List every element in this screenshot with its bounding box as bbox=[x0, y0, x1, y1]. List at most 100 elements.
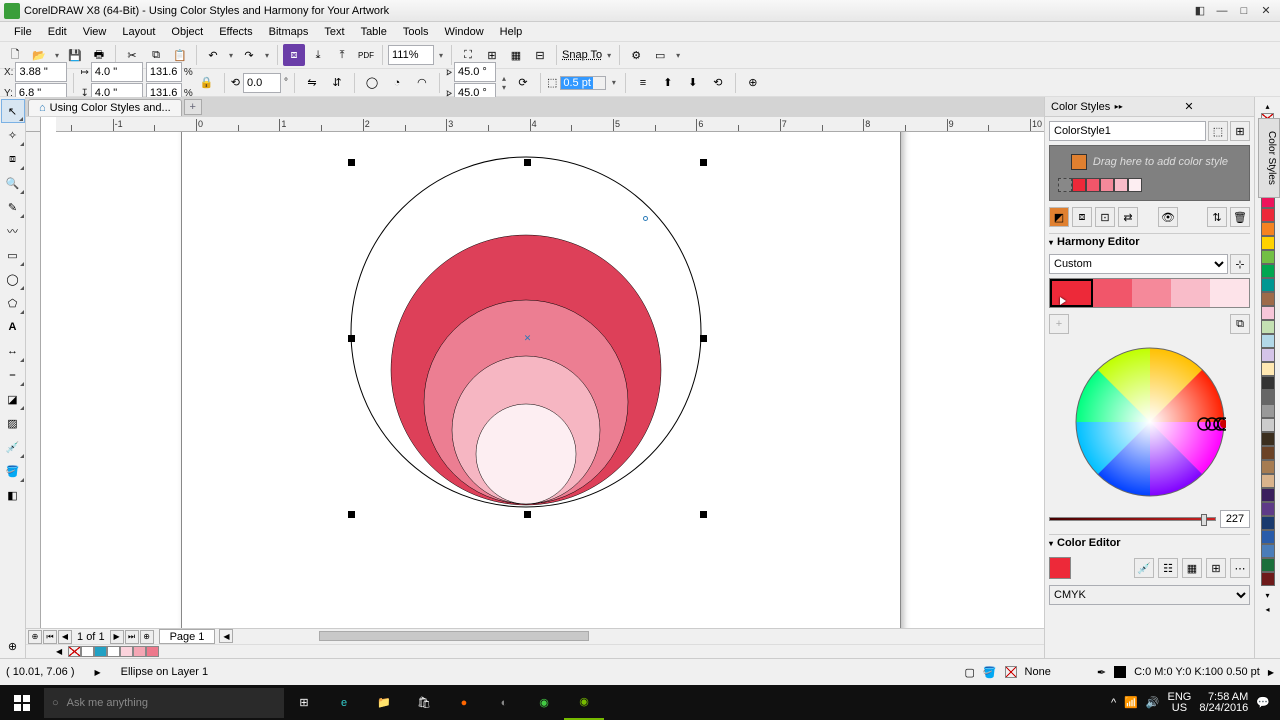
redo-dropdown[interactable]: ▾ bbox=[262, 51, 272, 60]
color-style-dropzone[interactable]: Drag here to add color style bbox=[1049, 145, 1250, 201]
snap-dropdown[interactable]: ▾ bbox=[604, 51, 614, 60]
view-button[interactable]: 👁 bbox=[1158, 207, 1178, 227]
palette-swatch[interactable] bbox=[1261, 460, 1275, 474]
drop-shadow-tool[interactable]: ◪ bbox=[1, 387, 25, 411]
direction-button[interactable]: ⟳ bbox=[512, 72, 534, 94]
palette-swatch[interactable] bbox=[1261, 544, 1275, 558]
zoom-input[interactable] bbox=[388, 45, 434, 65]
doc-swatch[interactable] bbox=[146, 646, 159, 657]
harmony-folder-icon[interactable] bbox=[1058, 178, 1072, 192]
taskbar-edge[interactable]: e bbox=[324, 685, 364, 720]
tray-network-icon[interactable]: 📶 bbox=[1124, 696, 1138, 709]
start-angle-input[interactable] bbox=[454, 62, 496, 82]
tray-volume-icon[interactable]: 🔊 bbox=[1146, 696, 1160, 709]
tray-language[interactable]: ENGUS bbox=[1168, 692, 1192, 714]
hscroll-thumb[interactable] bbox=[319, 631, 589, 641]
current-color-swatch[interactable] bbox=[1049, 557, 1071, 579]
docker-close-icon[interactable]: ✕ bbox=[1184, 100, 1248, 113]
page-first[interactable]: ⏮ bbox=[43, 630, 57, 644]
zoom-dropdown[interactable]: ▾ bbox=[436, 51, 446, 60]
interactive-fill-tool[interactable]: 🪣 bbox=[1, 459, 25, 483]
sel-handle-tl[interactable] bbox=[348, 159, 355, 166]
page-add-after[interactable]: ⊕ bbox=[140, 630, 154, 644]
color-sliders-button[interactable]: ☷ bbox=[1158, 558, 1178, 578]
menu-window[interactable]: Window bbox=[437, 24, 492, 40]
harmony-options-button[interactable]: ⊹ bbox=[1230, 254, 1250, 274]
color-style-name-input[interactable] bbox=[1049, 121, 1206, 141]
artistic-media-tool[interactable]: 〰 bbox=[1, 219, 25, 243]
palette-swatch[interactable] bbox=[1261, 446, 1275, 460]
doc-swatch[interactable] bbox=[94, 646, 107, 657]
palette-swatch[interactable] bbox=[1261, 278, 1275, 292]
palette-swatch[interactable] bbox=[1261, 348, 1275, 362]
search-content-button[interactable]: ⧈ bbox=[283, 44, 305, 66]
polygon-tool[interactable]: ⬠ bbox=[1, 291, 25, 315]
color-palettes-button[interactable]: ⊞ bbox=[1206, 558, 1226, 578]
menu-table[interactable]: Table bbox=[353, 24, 395, 40]
palette-swatch[interactable] bbox=[1261, 222, 1275, 236]
document-tab[interactable]: ⌂ Using Color Styles and... bbox=[28, 99, 182, 116]
break-link-button[interactable]: ⧈ bbox=[1072, 207, 1092, 227]
palette-swatch[interactable] bbox=[1261, 530, 1275, 544]
brightness-value[interactable]: 227 bbox=[1220, 510, 1250, 528]
tray-notifications-icon[interactable]: 💬 bbox=[1256, 696, 1270, 709]
add-color-button[interactable]: + bbox=[1049, 314, 1069, 334]
harmony-type-select[interactable]: Custom bbox=[1049, 254, 1228, 274]
sel-handle-ml[interactable] bbox=[348, 335, 355, 342]
palette-swatch[interactable] bbox=[1261, 474, 1275, 488]
docker-tab-color-styles[interactable]: Color Styles bbox=[1258, 118, 1280, 198]
outline-width-input[interactable]: 0.5 pt bbox=[561, 77, 593, 89]
palette-swatch[interactable] bbox=[1261, 334, 1275, 348]
menu-text[interactable]: Text bbox=[316, 24, 352, 40]
harmony-folder[interactable] bbox=[1058, 178, 1241, 192]
palette-swatch[interactable] bbox=[1261, 418, 1275, 432]
taskbar-store[interactable]: 🛍 bbox=[404, 685, 444, 720]
harmony-swatch[interactable] bbox=[1132, 279, 1171, 307]
connector-tool[interactable]: ⎯ bbox=[1, 363, 25, 387]
maximize-button[interactable]: □ bbox=[1234, 3, 1254, 19]
palette-swatch[interactable] bbox=[1261, 572, 1275, 586]
style-swatch[interactable] bbox=[1114, 178, 1128, 192]
palette-up[interactable]: ▴ bbox=[1261, 99, 1275, 113]
start-button[interactable] bbox=[2, 685, 42, 720]
angle-down[interactable]: ▾ bbox=[499, 83, 509, 92]
menu-layout[interactable]: Layout bbox=[114, 24, 163, 40]
convert-curves-button[interactable]: ⟲ bbox=[707, 72, 729, 94]
freehand-tool[interactable]: ✎ bbox=[1, 195, 25, 219]
menu-file[interactable]: File bbox=[6, 24, 40, 40]
mirror-h-button[interactable]: ⇋ bbox=[301, 72, 323, 94]
harmony-swatch[interactable] bbox=[1171, 279, 1210, 307]
csui-button[interactable]: ◧ bbox=[1190, 3, 1210, 19]
x-input[interactable] bbox=[15, 62, 67, 82]
page-last[interactable]: ⏭ bbox=[125, 630, 139, 644]
show-grid-button[interactable]: ▦ bbox=[505, 44, 527, 66]
outline-swatch[interactable] bbox=[1114, 666, 1126, 678]
harmony-swatch[interactable] bbox=[1093, 279, 1132, 307]
palette-swatch[interactable] bbox=[1261, 558, 1275, 572]
sel-handle-bc[interactable] bbox=[524, 511, 531, 518]
quick-customize-toolbox[interactable]: ⊕ bbox=[1, 634, 25, 658]
menu-help[interactable]: Help bbox=[492, 24, 531, 40]
page-add-before[interactable]: ⊕ bbox=[28, 630, 42, 644]
sel-handle-br[interactable] bbox=[700, 511, 707, 518]
sel-handle-tc[interactable] bbox=[524, 159, 531, 166]
style-swatch[interactable] bbox=[1072, 178, 1086, 192]
page-prev[interactable]: ◀ bbox=[58, 630, 72, 644]
color-more-button[interactable]: ⋯ bbox=[1230, 558, 1250, 578]
palette-flyout[interactable]: ◂ bbox=[1261, 602, 1275, 616]
new-doc-tab[interactable]: + bbox=[184, 99, 202, 115]
select-button[interactable]: ⊡ bbox=[1095, 207, 1115, 227]
quick-customize-button[interactable]: ⊕ bbox=[742, 72, 764, 94]
docker-titlebar[interactable]: Color Styles ▸▸ ✕ bbox=[1045, 97, 1254, 117]
menu-object[interactable]: Object bbox=[163, 24, 211, 40]
parallel-dim-tool[interactable]: ↔ bbox=[1, 339, 25, 363]
launch-button[interactable]: ▭ bbox=[649, 44, 671, 66]
palette-swatch[interactable] bbox=[1261, 432, 1275, 446]
palette-down[interactable]: ▾ bbox=[1261, 588, 1275, 602]
vertical-ruler[interactable] bbox=[26, 132, 41, 628]
menu-view[interactable]: View bbox=[75, 24, 115, 40]
menu-bitmaps[interactable]: Bitmaps bbox=[261, 24, 317, 40]
color-model-select[interactable]: CMYK bbox=[1049, 585, 1250, 605]
color-viewer-button[interactable]: ▦ bbox=[1182, 558, 1202, 578]
new-style-button[interactable]: ⬚ bbox=[1208, 121, 1228, 141]
